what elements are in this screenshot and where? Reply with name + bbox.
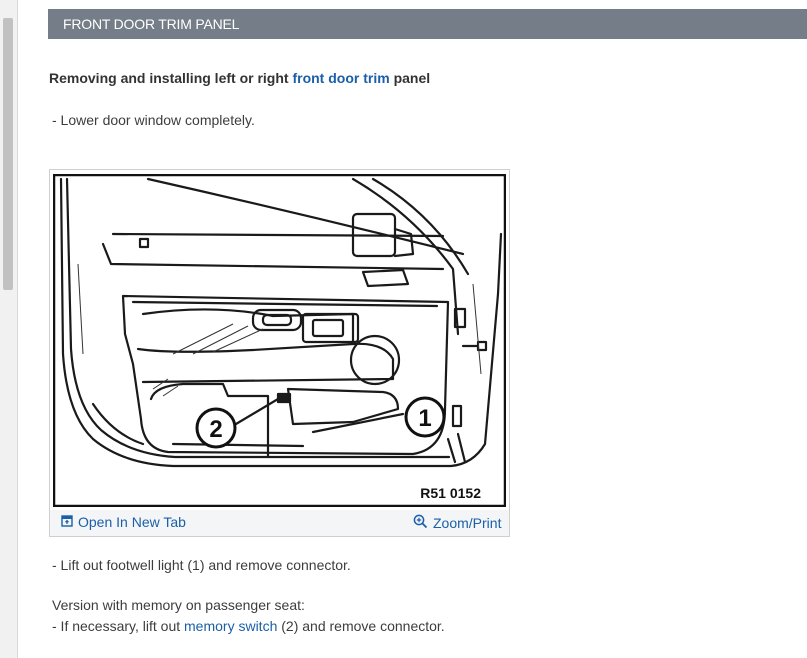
diagram-figure: 2 1 R51 0152 Open In New Tab Zoom/Print bbox=[49, 169, 510, 537]
memory-version-note: Version with memory on passenger seat: bbox=[52, 597, 305, 613]
scrollbar-thumb[interactable] bbox=[3, 18, 13, 290]
step-memory-prefix: - If necessary, lift out bbox=[52, 618, 185, 634]
figure-reference-code: R51 0152 bbox=[420, 485, 481, 501]
intro-suffix: panel bbox=[389, 70, 431, 86]
front-door-trim-link[interactable]: front door trim bbox=[292, 70, 389, 86]
step-footwell-light: - Lift out footwell light (1) and remove… bbox=[52, 557, 351, 573]
step-memory-suffix: (2) and remove connector. bbox=[277, 618, 445, 634]
section-header: FRONT DOOR TRIM PANEL bbox=[48, 9, 807, 39]
callout-label-2: 2 bbox=[209, 416, 222, 443]
intro-prefix: Removing and installing left or right bbox=[49, 70, 293, 86]
zoom-print-label: Zoom/Print bbox=[433, 515, 502, 531]
callout-label-1: 1 bbox=[418, 405, 431, 432]
intro-heading: Removing and installing left or right fr… bbox=[49, 70, 430, 86]
door-trim-diagram[interactable]: 2 1 R51 0152 bbox=[53, 174, 506, 507]
step-lower-window: - Lower door window completely. bbox=[52, 112, 255, 128]
open-in-new-tab-button[interactable]: Open In New Tab bbox=[61, 514, 186, 530]
scrollbar[interactable] bbox=[0, 0, 18, 658]
step-memory-switch: - If necessary, lift out memory switch (… bbox=[52, 618, 445, 634]
open-in-new-tab-label: Open In New Tab bbox=[78, 514, 186, 530]
figure-toolbar: Open In New Tab Zoom/Print bbox=[50, 510, 509, 536]
section-title: FRONT DOOR TRIM PANEL bbox=[63, 16, 240, 32]
zoom-in-icon bbox=[413, 514, 428, 532]
open-new-tab-icon bbox=[61, 514, 73, 530]
zoom-print-button[interactable]: Zoom/Print bbox=[413, 514, 501, 532]
memory-switch-link[interactable]: memory switch bbox=[184, 618, 277, 634]
